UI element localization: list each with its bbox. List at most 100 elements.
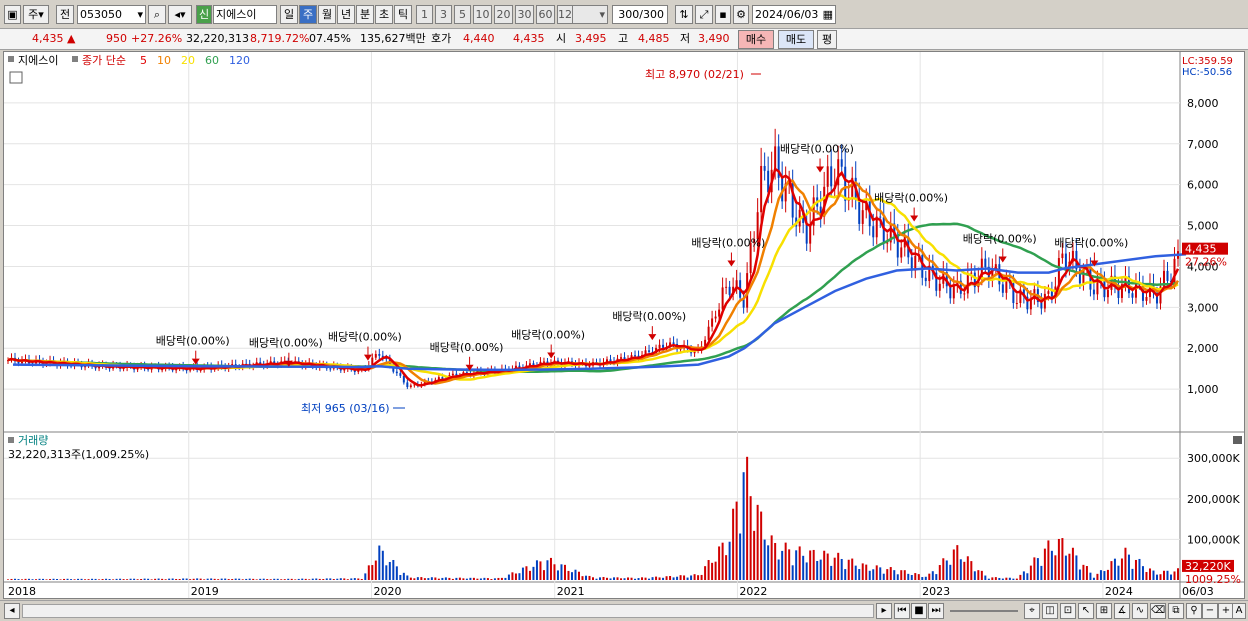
volume-bar: [1012, 578, 1015, 580]
minus-icon[interactable]: −: [1202, 603, 1218, 619]
volume-bar: [1092, 577, 1095, 580]
volume-bar: [528, 570, 531, 580]
volume-bar: [304, 578, 307, 580]
buy-button[interactable]: 매수: [738, 30, 774, 49]
ma60-line: [7, 222, 1179, 374]
tool-icon-1[interactable]: ◫: [1042, 603, 1058, 619]
volume-bar: [154, 578, 157, 580]
stop-icon[interactable]: ■: [911, 603, 927, 619]
volume-bar: [189, 579, 192, 580]
volume-bar: [98, 579, 101, 580]
period-tab[interactable]: 분: [356, 5, 374, 24]
volume-bar: [921, 577, 924, 580]
volume-bar: [952, 549, 955, 580]
interval-tab[interactable]: 30: [515, 5, 534, 24]
last-icon[interactable]: ⏭: [928, 603, 944, 619]
volume-bar: [889, 567, 892, 580]
x-tick-label: 2019: [191, 585, 219, 598]
interval-tab[interactable]: 5: [454, 5, 471, 24]
save-icon[interactable]: ▪: [715, 5, 731, 24]
volume-bar: [318, 578, 321, 580]
chart-svg[interactable]: 2018 2019 2020 2021 2022 2023 2024 06/03 8,000 7,…: [4, 52, 1244, 598]
volume-bar: [336, 578, 339, 580]
volume-bar: [1068, 553, 1071, 580]
legend-ma-period: 10: [157, 54, 171, 67]
interval-tab[interactable]: 20: [494, 5, 513, 24]
volume-bar: [584, 575, 587, 580]
first-icon[interactable]: ⏮: [894, 603, 910, 619]
trendline-icon[interactable]: ↖: [1078, 603, 1094, 619]
volume-bar: [742, 472, 745, 580]
angle-icon[interactable]: ∡: [1114, 603, 1130, 619]
period-tab[interactable]: 월: [318, 5, 336, 24]
count-field[interactable]: 300/300: [612, 5, 668, 24]
chart-tool-icon[interactable]: ⇅: [675, 5, 693, 24]
chevron-down-icon[interactable]: ▾: [137, 6, 143, 23]
high-label: 고: [618, 32, 629, 45]
volume-bar: [655, 576, 658, 580]
gear-icon[interactable]: ⚙: [733, 5, 749, 24]
low-value: 3,490: [698, 32, 730, 45]
volume-bar: [795, 550, 798, 580]
text-icon[interactable]: A: [1232, 603, 1246, 619]
interval-dropdown[interactable]: ▾: [572, 5, 608, 24]
interval-tab[interactable]: 1: [416, 5, 433, 24]
volume-bar: [728, 541, 731, 580]
volume-bar: [956, 545, 959, 580]
interval-tab[interactable]: 60: [536, 5, 555, 24]
volume-bar: [157, 578, 160, 580]
chart-area[interactable]: 2018 2019 2020 2021 2022 2023 2024 06/03 8,000 7,…: [3, 51, 1245, 599]
scroll-right-icon[interactable]: ▸: [876, 603, 892, 619]
interval-tab[interactable]: 3: [435, 5, 452, 24]
period-tab[interactable]: 일: [280, 5, 298, 24]
volume-bar: [374, 560, 377, 580]
stock-code-input[interactable]: 053050 ▾: [77, 5, 146, 24]
volume-bar: [140, 579, 143, 580]
copy-icon[interactable]: ⧉: [1168, 603, 1184, 619]
volume-bar: [269, 579, 272, 580]
horizontal-scrollbar[interactable]: [22, 604, 874, 618]
volume-bar: [721, 542, 724, 580]
date-field[interactable]: 2024/06/03 ▦: [752, 5, 836, 24]
volume-bar: [963, 561, 966, 580]
speaker-icon[interactable]: ◂▾: [168, 5, 192, 24]
volume-bar: [455, 577, 458, 580]
volume-bar: [297, 578, 300, 580]
period-tab[interactable]: 틱: [394, 5, 412, 24]
volume-bar: [700, 574, 703, 580]
candle-body: [374, 354, 377, 358]
volume-bar: [175, 578, 178, 580]
avg-button[interactable]: 평: [817, 30, 837, 49]
volume-bar: [28, 578, 31, 580]
calendar-icon[interactable]: ▦: [823, 6, 833, 23]
volume-bar: [227, 579, 230, 580]
volume-bar: [332, 579, 335, 580]
volume-bar: [1085, 566, 1088, 580]
cursor-icon[interactable]: ⌖: [1024, 603, 1040, 619]
prev-button[interactable]: 전: [56, 5, 74, 24]
period-tab[interactable]: 년: [337, 5, 355, 24]
volume-bar: [577, 571, 580, 580]
window-icon[interactable]: ▣: [4, 5, 21, 24]
tool-icon-2[interactable]: ⊡: [1060, 603, 1076, 619]
zoom-slider[interactable]: [950, 610, 1018, 612]
volume-bar: [549, 557, 552, 580]
period-select[interactable]: 주▾: [23, 5, 49, 24]
search-icon[interactable]: ⌕: [148, 5, 166, 24]
crosshair-icon[interactable]: ⤢: [695, 5, 713, 24]
period-tab[interactable]: 주: [299, 5, 317, 24]
interval-tab[interactable]: 10: [473, 5, 492, 24]
wave-icon[interactable]: ∿: [1132, 603, 1148, 619]
sell-button[interactable]: 매도: [778, 30, 814, 49]
volume-bar: [325, 578, 328, 580]
volume-bar: [1106, 569, 1109, 580]
scroll-left-icon[interactable]: ◂: [4, 603, 20, 619]
volume-bar: [707, 560, 710, 580]
period-tab[interactable]: 초: [375, 5, 393, 24]
eraser-icon[interactable]: ⌫: [1150, 603, 1166, 619]
stock-name-field[interactable]: 지에스이: [213, 5, 277, 24]
fib-icon[interactable]: ⊞: [1096, 603, 1112, 619]
volume-bar: [581, 576, 584, 580]
volume-bar: [507, 574, 510, 580]
zoom-icon[interactable]: ⚲: [1186, 603, 1202, 619]
